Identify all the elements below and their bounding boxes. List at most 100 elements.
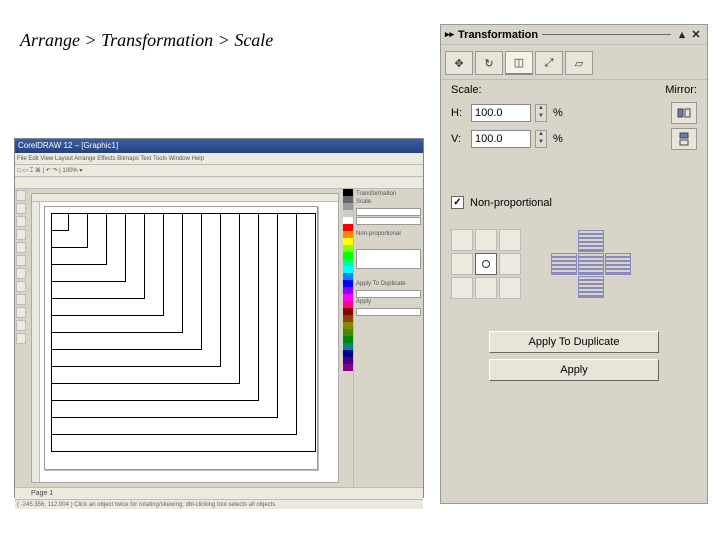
menu-path-heading: Arrange > Transformation > Scale xyxy=(20,30,273,51)
swatch[interactable] xyxy=(343,308,353,315)
anchor-top-right[interactable] xyxy=(499,229,521,251)
ruler-vertical xyxy=(32,202,40,482)
mirror-horizontal-button[interactable] xyxy=(671,102,697,124)
swatch[interactable] xyxy=(343,210,353,217)
swatch[interactable] xyxy=(343,266,353,273)
swatch[interactable] xyxy=(343,273,353,280)
mirror-label: Mirror: xyxy=(665,84,697,96)
anchor-top[interactable] xyxy=(475,229,497,251)
drawing-canvas[interactable] xyxy=(31,193,339,483)
anchor-top-left[interactable] xyxy=(451,229,473,251)
apply-button[interactable]: Apply xyxy=(489,359,659,381)
swatch[interactable] xyxy=(343,252,353,259)
page xyxy=(44,206,318,470)
close-icon[interactable]: ✕ xyxy=(689,28,703,42)
page-navigator[interactable]: Page 1 xyxy=(15,487,423,499)
title-bar: CorelDRAW 12 – [Graphic1] xyxy=(15,139,423,153)
swatch[interactable] xyxy=(343,336,353,343)
outline-tool-icon[interactable] xyxy=(16,320,26,331)
v-scale-input[interactable]: 100.0 xyxy=(471,130,531,148)
swatch[interactable] xyxy=(343,329,353,336)
size-tab[interactable]: ⤢ xyxy=(535,51,563,75)
rotate-tab[interactable]: ↻ xyxy=(475,51,503,75)
text-tool-icon[interactable] xyxy=(16,281,26,292)
spinner-down-icon[interactable]: ▼ xyxy=(536,139,546,147)
v-label: V: xyxy=(451,133,467,145)
scale-tab[interactable]: ◫ xyxy=(505,51,533,75)
position-tab[interactable]: ✥ xyxy=(445,51,473,75)
swatch[interactable] xyxy=(343,294,353,301)
mirror-v-icon xyxy=(677,132,691,146)
fill-tool-icon[interactable] xyxy=(16,333,26,344)
swatch[interactable] xyxy=(343,203,353,210)
ellipse-tool-icon[interactable] xyxy=(16,255,26,266)
color-palette[interactable] xyxy=(343,189,353,487)
mini-anchor[interactable] xyxy=(356,249,421,269)
v-unit: % xyxy=(553,133,569,145)
pick-tool-icon[interactable] xyxy=(16,190,26,201)
mini-apply[interactable] xyxy=(356,308,421,316)
anchor-center[interactable] xyxy=(475,253,497,275)
swatch[interactable] xyxy=(343,301,353,308)
preview-pattern xyxy=(551,230,631,298)
swatch[interactable] xyxy=(343,259,353,266)
nested-squares-artwork xyxy=(45,207,317,469)
property-bar[interactable] xyxy=(15,177,423,189)
anchor-bottom-left[interactable] xyxy=(451,277,473,299)
shape-tool-icon[interactable] xyxy=(16,203,26,214)
swatch[interactable] xyxy=(343,357,353,364)
eyedropper-tool-icon[interactable] xyxy=(16,307,26,318)
mirror-h-icon xyxy=(677,106,691,120)
mini-apply-dup[interactable] xyxy=(356,290,421,298)
h-unit: % xyxy=(553,107,569,119)
mini-transformation-docker: Transformation Scale Non-proportional Ap… xyxy=(353,189,423,487)
zoom-tool-icon[interactable] xyxy=(16,216,26,227)
swatch[interactable] xyxy=(343,217,353,224)
swatch[interactable] xyxy=(343,196,353,203)
v-spinner[interactable]: ▲▼ xyxy=(535,130,547,148)
swatch[interactable] xyxy=(343,280,353,287)
anchor-bottom[interactable] xyxy=(475,277,497,299)
spinner-up-icon[interactable]: ▲ xyxy=(536,131,546,139)
swatch[interactable] xyxy=(343,350,353,357)
anchor-bottom-right[interactable] xyxy=(499,277,521,299)
swatch[interactable] xyxy=(343,287,353,294)
non-proportional-label: Non-proportional xyxy=(470,197,552,209)
anchor-left[interactable] xyxy=(451,253,473,275)
main-toolbar[interactable]: □ ▭ ⌶ ⌘ | ↶ ↷ | 100% ▾ xyxy=(15,165,423,177)
status-bar: ( -245.356, 112.004 ) Click an object tw… xyxy=(15,499,423,509)
anchor-right[interactable] xyxy=(499,253,521,275)
swatch[interactable] xyxy=(343,315,353,322)
spinner-down-icon[interactable]: ▼ xyxy=(536,113,546,121)
swatch[interactable] xyxy=(343,231,353,238)
spinner-up-icon[interactable]: ▲ xyxy=(536,105,546,113)
mini-v-input[interactable] xyxy=(356,217,421,225)
transformation-tabs: ✥ ↻ ◫ ⤢ ▱ xyxy=(441,45,707,80)
minimize-icon[interactable]: ▴ xyxy=(675,28,689,42)
swatch[interactable] xyxy=(343,189,353,196)
swatch[interactable] xyxy=(343,238,353,245)
polygon-tool-icon[interactable] xyxy=(16,268,26,279)
swatch[interactable] xyxy=(343,343,353,350)
interactive-tool-icon[interactable] xyxy=(16,294,26,305)
skew-tab[interactable]: ▱ xyxy=(565,51,593,75)
swatch[interactable] xyxy=(343,322,353,329)
swatch[interactable] xyxy=(343,224,353,231)
h-spinner[interactable]: ▲▼ xyxy=(535,104,547,122)
transformation-docker: ▸▸ Transformation ▴ ✕ ✥ ↻ ◫ ⤢ ▱ Scale: M… xyxy=(440,24,708,504)
freehand-tool-icon[interactable] xyxy=(16,229,26,240)
mini-h-input[interactable] xyxy=(356,208,421,216)
menu-bar[interactable]: File Edit View Layout Arrange Effects Bi… xyxy=(15,153,423,165)
toolbox[interactable] xyxy=(15,189,27,487)
apply-to-duplicate-button[interactable]: Apply To Duplicate xyxy=(489,331,659,353)
docker-header: ▸▸ Transformation ▴ ✕ xyxy=(441,25,707,45)
non-proportional-checkbox[interactable]: ✓ xyxy=(451,196,464,209)
rectangle-tool-icon[interactable] xyxy=(16,242,26,253)
h-label: H: xyxy=(451,107,467,119)
check-icon: ✓ xyxy=(453,197,461,208)
mirror-vertical-button[interactable] xyxy=(671,128,697,150)
swatch[interactable] xyxy=(343,364,353,371)
expand-icon[interactable]: ▸▸ xyxy=(445,29,454,40)
h-scale-input[interactable]: 100.0 xyxy=(471,104,531,122)
swatch[interactable] xyxy=(343,245,353,252)
